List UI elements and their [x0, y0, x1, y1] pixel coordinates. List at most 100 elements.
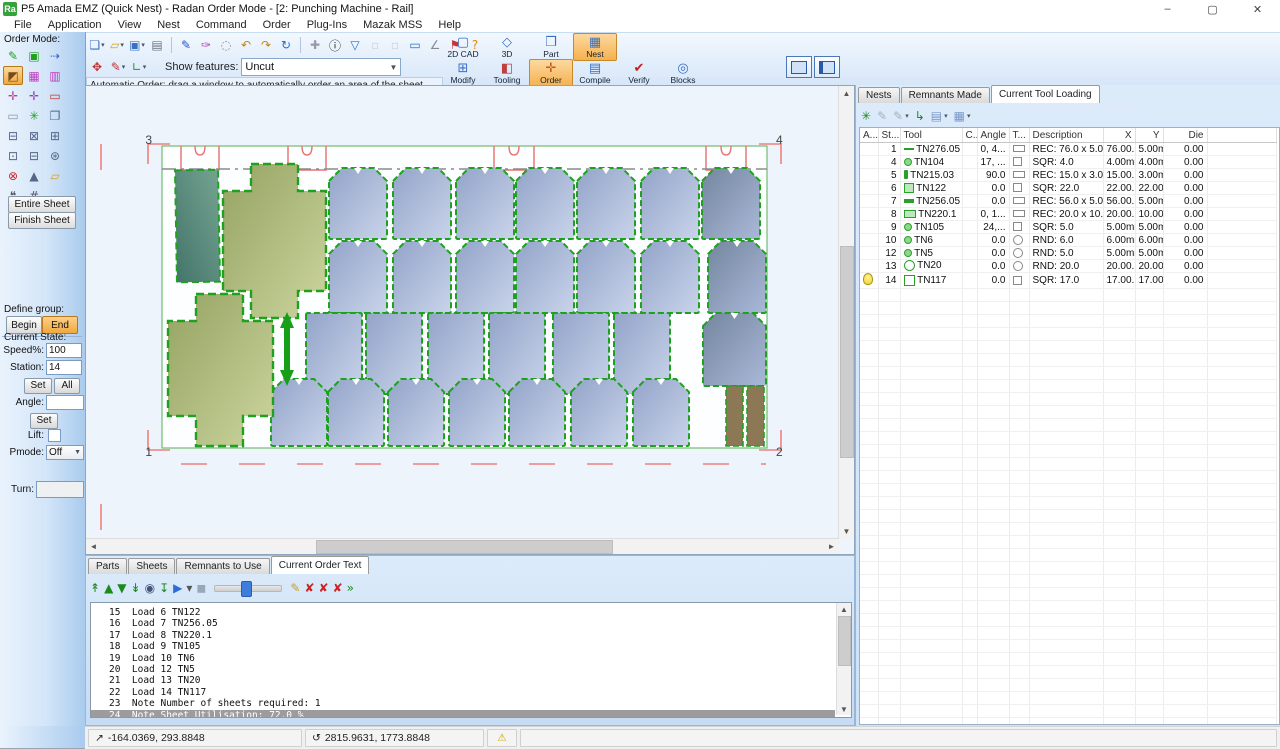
lift-checkbox[interactable]	[48, 429, 61, 442]
scroll-down-arrow[interactable]: ▼	[837, 703, 851, 715]
load-sheet-icon[interactable]: ⊟	[3, 126, 23, 145]
pickup-sheet-icon[interactable]: ❐	[45, 106, 65, 125]
tab-remnants-made[interactable]: Remnants Made	[901, 87, 990, 103]
column-header-c-[interactable]: C...	[962, 128, 977, 143]
mode-blocks[interactable]: ◎Blocks	[661, 59, 705, 87]
scroll-down-icon[interactable]: ▼	[117, 581, 126, 595]
show-hits-icon[interactable]: ◉	[145, 581, 155, 595]
move-icon[interactable]: ✚	[306, 36, 324, 54]
table-row[interactable]: 8 TN220.10, 1...REC: 20.0 x 10.020.00...…	[860, 208, 1277, 221]
column-header-st-[interactable]: St...	[878, 128, 900, 143]
order-text-line[interactable]: 16 Load 7 TN256.05	[91, 618, 835, 629]
order-sequence-icon[interactable]: ⇢	[45, 46, 65, 65]
play-icon[interactable]: ▶	[173, 581, 182, 595]
order-array-icon[interactable]: ▦	[24, 66, 44, 85]
play-menu-icon[interactable]: ▾	[186, 581, 192, 595]
order-text-line[interactable]: 21 Load 13 TN20	[91, 675, 835, 686]
speed-slider[interactable]	[214, 585, 282, 592]
column-header-y[interactable]: Y	[1135, 128, 1163, 143]
mode-part[interactable]: ❒Part	[529, 33, 573, 61]
tombstone-part[interactable]	[577, 168, 635, 239]
order-text-line[interactable]: 23 Note Number of sheets required: 1	[91, 698, 835, 709]
save-icon[interactable]: ▣▾	[128, 36, 146, 54]
undo-icon[interactable]: ↶	[237, 36, 255, 54]
tombstone-part[interactable]	[577, 241, 635, 313]
axis-corner-icon[interactable]: ∟▾	[130, 58, 148, 76]
edit-icon[interactable]: ✎	[177, 36, 195, 54]
column-header-description[interactable]: Description	[1029, 128, 1103, 143]
tombstone-part[interactable]	[702, 168, 760, 239]
edit-tool-menu-icon[interactable]: ✎▾	[893, 109, 909, 123]
tombstone-part[interactable]	[509, 379, 565, 446]
grid-view-icon[interactable]: ▦▾	[954, 109, 971, 123]
maximize-button[interactable]: ▢	[1190, 0, 1235, 18]
table-row[interactable]: 12 TN50.0RND: 5.05.00mm5.00mm0.00	[860, 247, 1277, 260]
order-text-line[interactable]: 19 Load 10 TN6	[91, 653, 835, 664]
tombstone-part[interactable]	[449, 379, 505, 446]
auto-order-icon[interactable]: ◩	[3, 66, 23, 85]
list-view-icon[interactable]: ▤▾	[931, 109, 948, 123]
tombstone-part[interactable]	[271, 379, 327, 446]
tombstone-part[interactable]	[516, 241, 574, 313]
tombstone-part[interactable]	[393, 241, 451, 313]
stop-order-icon[interactable]: ⊗	[3, 166, 23, 185]
table-row[interactable]: 6 TN1220.0SQR: 22.022.00...22.00...0.00	[860, 182, 1277, 195]
tombstone-part[interactable]	[388, 379, 444, 446]
nest-drawing[interactable]: 3 4 1 2	[86, 86, 839, 539]
pen-icon[interactable]: ✑	[197, 36, 215, 54]
order-single-icon[interactable]: ✎	[3, 46, 23, 65]
table-row[interactable]: 10 TN60.0RND: 6.06.00mm6.00mm0.00	[860, 234, 1277, 247]
delete-icon[interactable]: ✘	[304, 581, 314, 595]
eject-icon[interactable]: ▲	[24, 166, 44, 185]
tool-loading-table[interactable]: A...St...ToolC...AngleT...DescriptionXYD…	[860, 128, 1277, 725]
brown-strip-part-2[interactable]	[747, 386, 764, 446]
order-boundary-icon[interactable]: ▭	[45, 86, 65, 105]
order-text-line[interactable]: 22 Load 14 TN117	[91, 687, 835, 698]
column-header-tool[interactable]: Tool	[900, 128, 962, 143]
tombstone-part[interactable]	[516, 168, 574, 239]
mode-order[interactable]: ✛Order	[529, 59, 573, 87]
order-text-line[interactable]: 17 Load 8 TN220.1	[91, 630, 835, 641]
axes-icon[interactable]: ↳	[915, 109, 925, 123]
tool-hits-icon[interactable]: ✳	[24, 106, 44, 125]
step-icon[interactable]: ↧	[159, 581, 169, 595]
tombstone-part[interactable]	[571, 379, 627, 446]
redo-icon[interactable]: ↷	[257, 36, 275, 54]
open-icon[interactable]: ▱▾	[108, 36, 126, 54]
refresh-icon[interactable]: ↻	[277, 36, 295, 54]
scroll-left-arrow[interactable]: ◄	[86, 539, 101, 554]
unload-sheet-icon[interactable]: ⊠	[24, 126, 44, 145]
vscroll-thumb[interactable]	[840, 246, 854, 458]
menu-application[interactable]: Application	[40, 19, 110, 31]
slider-knob[interactable]	[241, 581, 252, 597]
order-text-line[interactable]: 20 Load 12 TN5	[91, 664, 835, 675]
tombstone-part[interactable]	[633, 379, 689, 446]
more-icon[interactable]: »	[347, 581, 354, 595]
brown-strip-part-1[interactable]	[726, 386, 743, 446]
column-header-a-[interactable]: A...	[860, 128, 878, 143]
delete-to-end-icon[interactable]: ✘	[319, 581, 329, 595]
tombstone-part[interactable]	[456, 168, 514, 239]
speed-input[interactable]: 100	[46, 343, 82, 358]
nest-canvas[interactable]: 3 4 1 2 ▲ ▼ ◄ ►	[85, 85, 855, 555]
tab-nests[interactable]: Nests	[858, 87, 900, 103]
new-icon[interactable]: ❏▾	[88, 36, 106, 54]
hscroll-thumb[interactable]	[316, 540, 613, 554]
entire-sheet-button[interactable]: Entire Sheet	[8, 196, 76, 213]
tombstone-part[interactable]	[329, 168, 387, 239]
vscroll-thumb[interactable]	[838, 616, 851, 666]
tombstone-part[interactable]	[328, 379, 384, 446]
table-row[interactable]: 9 TN10524,...SQR: 5.05.00mm5.00mm0.00	[860, 221, 1277, 234]
minimize-button[interactable]: –	[1145, 0, 1190, 18]
table-row[interactable]: 7 TN256.050.0REC: 56.0 x 5.056.00...5.00…	[860, 195, 1277, 208]
move-order-all-icon[interactable]: ✛	[24, 86, 44, 105]
order-text-vscrollbar[interactable]: ▲ ▼	[836, 603, 851, 715]
menu-mazak-mss[interactable]: Mazak MSS	[355, 19, 430, 31]
tombstone-part[interactable]	[641, 241, 699, 313]
wheel-icon[interactable]: ⊛	[45, 146, 65, 165]
table-row[interactable]: 13 TN200.0RND: 20.020.00...20.00...0.00	[860, 260, 1277, 273]
order-text-box[interactable]: 15 Load 6 TN12216 Load 7 TN256.0517 Load…	[90, 602, 852, 718]
split-view-button[interactable]	[814, 56, 840, 78]
mode-verify[interactable]: ✔Verify	[617, 59, 661, 87]
mode-compile[interactable]: ▤Compile	[573, 59, 617, 87]
